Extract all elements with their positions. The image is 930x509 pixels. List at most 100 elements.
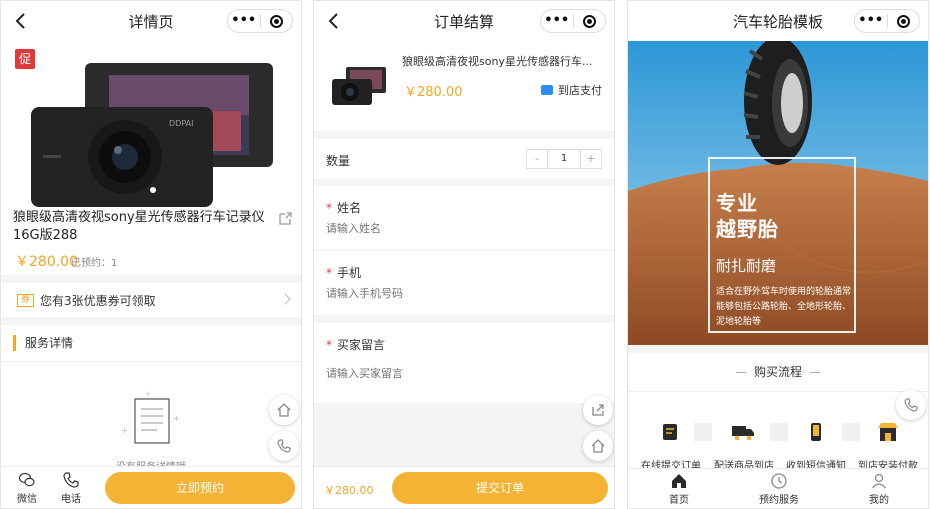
phone-input[interactable] — [326, 287, 596, 300]
navbar: 订单结算 ••• — [314, 1, 614, 41]
divider — [628, 391, 928, 392]
close-mini-program-icon[interactable] — [887, 14, 919, 28]
order-icon — [663, 424, 677, 440]
banner-headline-2: 越野胎 — [716, 217, 779, 241]
note-input[interactable] — [326, 367, 596, 380]
share-float-button[interactable] — [583, 395, 613, 425]
phone-icon — [277, 439, 291, 453]
svg-text:+: + — [121, 426, 128, 435]
call-float-button[interactable] — [896, 390, 926, 420]
wechat-label: 微信 — [17, 494, 37, 505]
flow-arrow-placeholder — [842, 423, 860, 441]
coupon-row[interactable]: 券 您有3张优惠券可领取 — [1, 283, 301, 317]
chevron-right-icon — [279, 293, 291, 305]
product-thumbnail — [332, 67, 386, 105]
purchase-flow-section: 购买流程 在线提交订单 配送商品到店 收到短信通知 到店安装付款 — [628, 353, 928, 472]
close-mini-program-icon[interactable] — [260, 14, 292, 28]
more-icon[interactable]: ••• — [228, 11, 260, 31]
quantity-stepper: - 1 + — [526, 149, 602, 169]
payment-method: 到店支付 — [541, 82, 602, 98]
tab-profile-label: 我的 — [869, 495, 889, 506]
name-label-text: 姓名 — [337, 201, 362, 215]
tire-banner[interactable]: 专业 越野胎 耐扎耐磨 适合在野外驾车时使用的轮胎通常能够包括公路轮胎、全地形轮… — [628, 41, 928, 345]
wechat-button[interactable]: 微信 — [13, 471, 41, 505]
banner-subtitle: 耐扎耐磨 — [716, 257, 777, 275]
navbar: 详情页 ••• — [1, 1, 301, 41]
truck-icon — [732, 426, 754, 441]
quantity-value[interactable]: 1 — [547, 150, 581, 168]
home-icon — [277, 403, 291, 417]
divider — [1, 361, 301, 362]
more-icon[interactable]: ••• — [855, 11, 887, 31]
tab-booking[interactable]: 预约服务 — [756, 472, 802, 506]
phone-button[interactable]: 电话 — [57, 471, 85, 505]
page-title: 订单结算 — [433, 12, 494, 31]
submit-order-button[interactable]: 提交订单 — [392, 472, 608, 504]
capsule-menu: ••• — [227, 9, 293, 33]
banner-description: 适合在野外驾车时使用的轮胎通常能够包括公路轮胎、全地形轮胎、泥地轮胎等 — [716, 287, 852, 327]
increase-button[interactable]: + — [581, 150, 601, 168]
capsule-menu: ••• — [854, 9, 920, 33]
checkout-bar: ￥280.00 提交订单 — [314, 466, 614, 508]
coupon-icon: 券 — [17, 293, 34, 307]
note-field-block: * 买家留言 — [314, 323, 614, 403]
more-icon[interactable]: ••• — [541, 11, 573, 31]
product-title: 狼眼级高清夜视sony星光传感器行车记录仪16G版288 — [13, 210, 265, 243]
product-price: ￥280.00 — [15, 254, 78, 270]
payment-method-label: 到店支付 — [558, 84, 602, 97]
share-icon — [592, 404, 604, 416]
wallet-icon — [541, 85, 553, 95]
wechat-icon — [18, 472, 35, 487]
svg-text:+: + — [173, 414, 179, 423]
service-details-header: 服务详情 — [13, 335, 73, 351]
purchase-flow-title: 购买流程 — [628, 363, 928, 380]
navbar: 汽车轮胎模板 ••• — [628, 1, 928, 41]
back-icon[interactable] — [324, 10, 344, 32]
svg-text:DDPAI: DDPAI — [169, 119, 193, 128]
product-price: ￥280.00 — [404, 85, 463, 100]
detail-screen: 详情页 ••• DDPAI 促 狼眼级高清夜视sony星光传感器行车记录仪16G… — [0, 0, 302, 509]
phone-label: * 手机 — [326, 264, 361, 281]
quantity-row: 数量 - 1 + — [314, 139, 614, 179]
share-icon[interactable] — [278, 211, 293, 226]
tab-home[interactable]: 首页 — [666, 472, 692, 506]
promo-badge: 促 — [15, 49, 35, 69]
name-label: * 姓名 — [326, 199, 361, 216]
home-float-button[interactable] — [583, 431, 613, 461]
mobile-phone-icon — [811, 423, 821, 441]
phone-icon — [63, 472, 79, 488]
note-label: * 买家留言 — [326, 336, 385, 353]
quantity-label: 数量 — [326, 154, 351, 168]
coupon-text: 您有3张优惠券可领取 — [40, 293, 156, 308]
tab-home-label: 首页 — [669, 495, 689, 506]
book-now-button[interactable]: 立即预约 — [105, 472, 295, 504]
home-icon — [591, 439, 605, 453]
banner-headline-1: 专业 — [716, 191, 758, 215]
user-icon — [871, 473, 887, 489]
required-mark: * — [326, 266, 332, 280]
required-mark: * — [326, 338, 332, 352]
tab-bar: 首页 预约服务 我的 — [628, 468, 928, 508]
home-float-button[interactable] — [269, 395, 299, 425]
back-icon[interactable] — [11, 10, 31, 32]
screens-container: 详情页 ••• DDPAI 促 狼眼级高清夜视sony星光传感器行车记录仪16G… — [0, 0, 930, 509]
tire-template-screen: 汽车轮胎模板 ••• 专业 越野胎 耐扎耐磨 适合在野外驾车时使用的轮胎通常能够… — [627, 0, 929, 509]
capsule-menu: ••• — [540, 9, 606, 33]
call-float-button[interactable] — [269, 431, 299, 461]
dashcam-image: DDPAI — [31, 63, 273, 207]
home-icon — [672, 474, 686, 488]
name-input[interactable] — [326, 222, 596, 235]
note-label-text: 买家留言 — [337, 338, 386, 352]
required-mark: * — [326, 201, 332, 215]
decrease-button[interactable]: - — [527, 150, 547, 168]
phone-field-block: * 手机 — [314, 251, 614, 315]
bottom-action-bar: 微信 电话 立即预约 — [1, 466, 301, 508]
phone-label: 电话 — [61, 494, 81, 505]
page-title: 详情页 — [128, 12, 174, 31]
order-product-card: 狼眼级高清夜视sony星光传感器行车... ￥280.00 到店支付 — [314, 41, 614, 131]
booked-count: 已预约：1 — [71, 258, 118, 269]
product-name: 狼眼级高清夜视sony星光传感器行车... — [402, 55, 593, 68]
tab-profile[interactable]: 我的 — [866, 472, 892, 506]
flow-arrow-placeholder — [694, 423, 712, 441]
close-mini-program-icon[interactable] — [573, 14, 605, 28]
